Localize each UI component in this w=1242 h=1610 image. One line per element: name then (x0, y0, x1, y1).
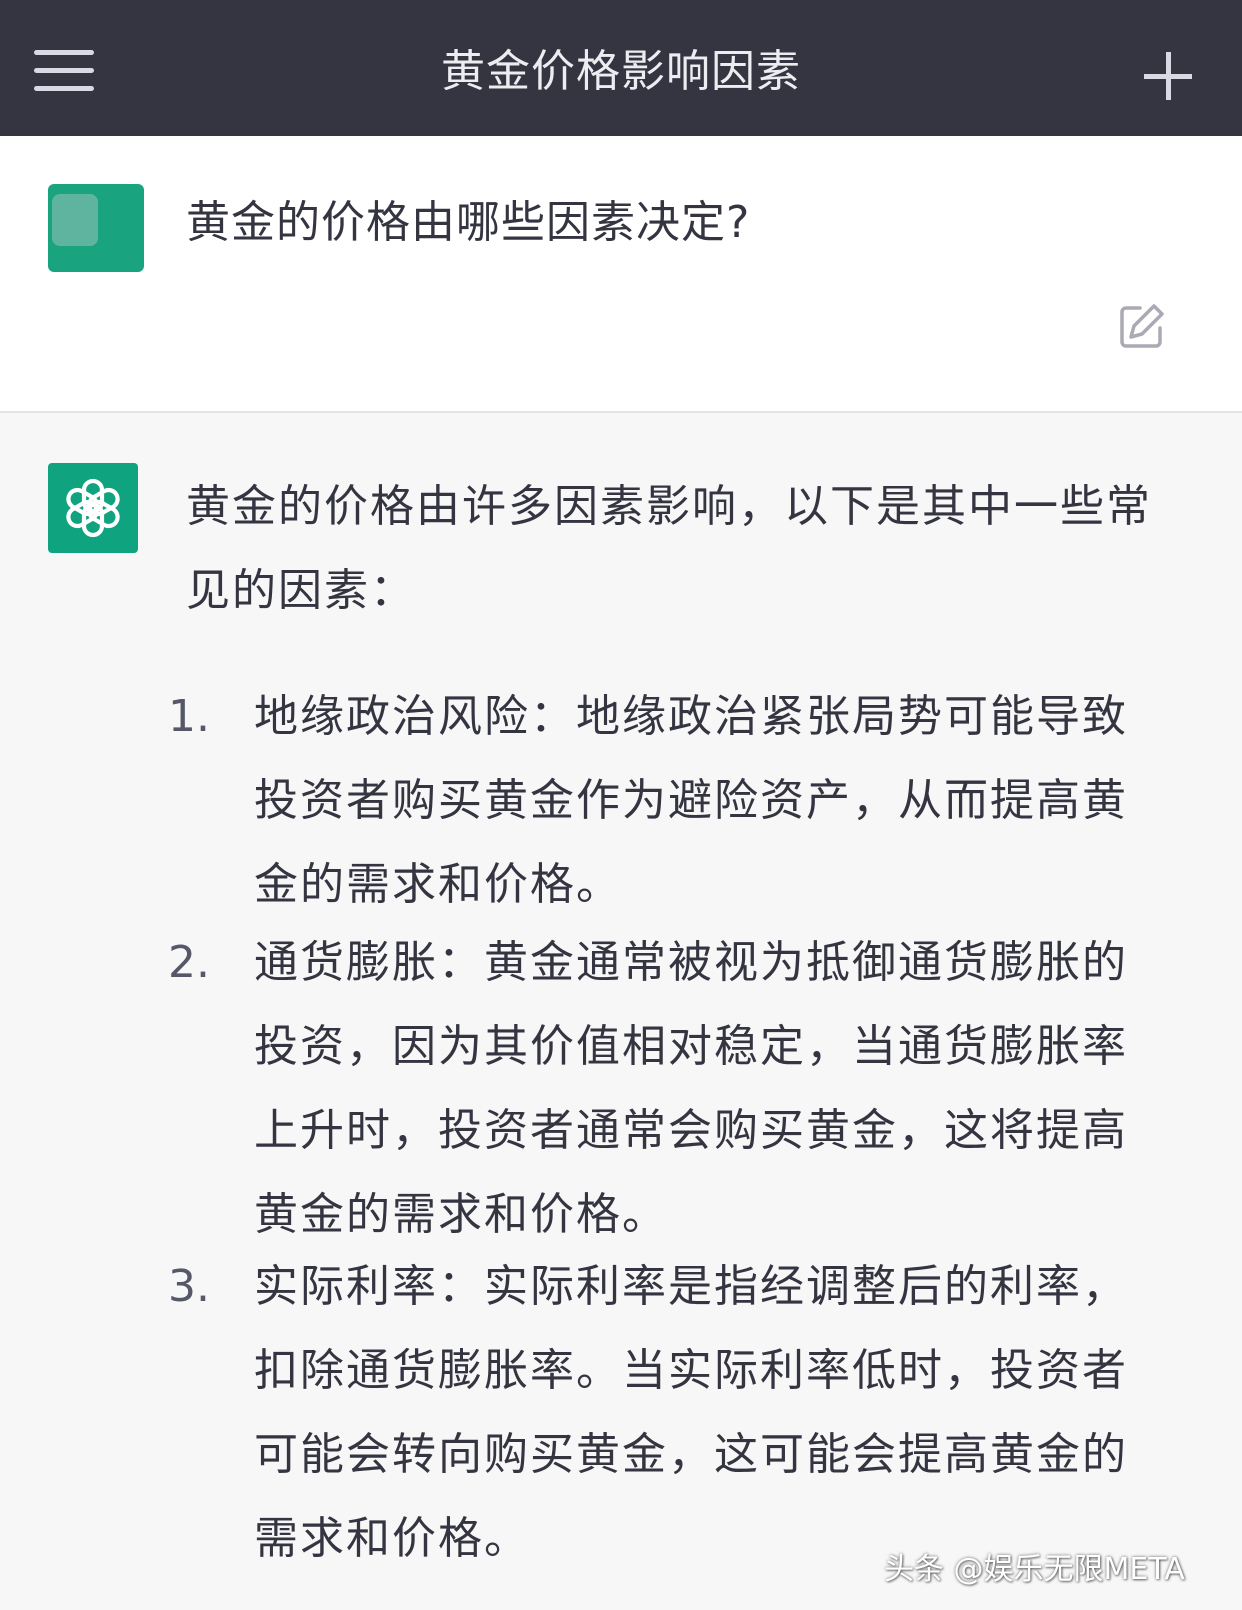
assistant-intro-text: 黄金的价格由许多因素影响，以下是其中一些常见的因素： (186, 481, 1152, 616)
page-title: 黄金价格影响因素 (441, 46, 801, 97)
list-item-number: 3. (168, 1261, 210, 1312)
list-item: 3. 实际利率：实际利率是指经调整后的利率，扣除通货膨胀率。当实际利率低时，投资… (0, 1245, 1242, 1581)
list-item: 1. 地缘政治风险：地缘政治紧张局势可能导致投资者购买黄金作为避险资产，从而提高… (0, 675, 1242, 927)
user-message: 黄金的价格由哪些因素决定? (0, 136, 1242, 413)
list-item-text: 地缘政治风险：地缘政治紧张局势可能导致投资者购买黄金作为避险资产，从而提高黄金的… (254, 691, 1128, 910)
assistant-message: 黄金的价格由许多因素影响，以下是其中一些常见的因素： 1. 地缘政治风险：地缘政… (0, 413, 1242, 1610)
watermark: 头条 @娱乐无限META (884, 1552, 1185, 1587)
chat-screen: 黄金价格影响因素 黄金的价格由哪些因素决定? 黄金的价格由许多因素影响，以下是其… (0, 0, 1242, 1610)
plus-icon[interactable] (1144, 52, 1192, 100)
user-avatar (48, 184, 146, 274)
factor-list: 1. 地缘政治风险：地缘政治紧张局势可能导致投资者购买黄金作为避险资产，从而提高… (0, 675, 1242, 1581)
list-item-number: 1. (168, 691, 210, 742)
top-bar: 黄金价格影响因素 (0, 0, 1242, 136)
list-item-number: 2. (168, 937, 210, 988)
openai-logo-icon (48, 463, 138, 553)
edit-icon[interactable] (1118, 302, 1166, 350)
user-message-text: 黄金的价格由哪些因素决定? (186, 197, 751, 248)
list-item-text: 通货膨胀：黄金通常被视为抵御通货膨胀的投资，因为其价值相对稳定，当通货膨胀率上升… (254, 937, 1128, 1240)
list-item-text: 实际利率：实际利率是指经调整后的利率，扣除通货膨胀率。当实际利率低时，投资者可能… (254, 1261, 1128, 1564)
list-item: 2. 通货膨胀：黄金通常被视为抵御通货膨胀的投资，因为其价值相对稳定，当通货膨胀… (0, 921, 1242, 1245)
